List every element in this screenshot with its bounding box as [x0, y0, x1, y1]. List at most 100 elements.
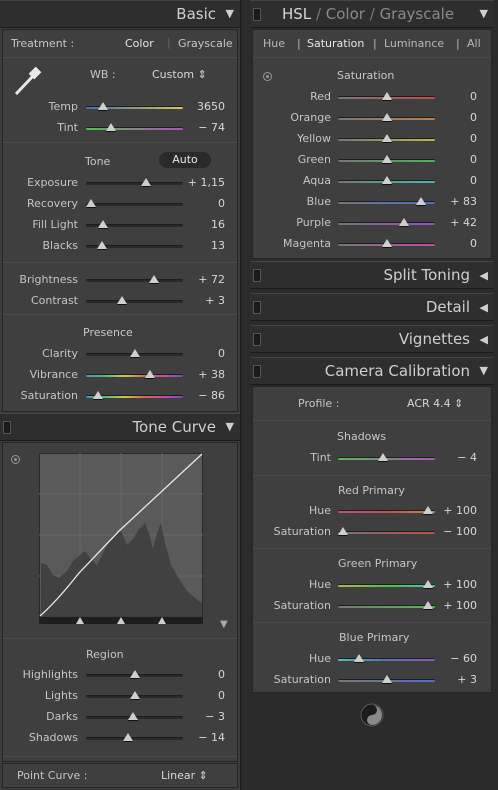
hsl-aqua-slider-thumb[interactable] — [381, 176, 392, 184]
wb-temp-slider-thumb[interactable] — [98, 102, 109, 110]
grayscale-title-tab[interactable]: Grayscale — [380, 5, 455, 23]
expand-triangle-icon[interactable]: ◀ — [480, 333, 488, 346]
camera-calibration-header[interactable]: Camera Calibration ▼ — [250, 357, 494, 385]
panel-toggle-icon[interactable] — [253, 269, 261, 282]
bc-brightness-slider-thumb[interactable] — [148, 275, 159, 283]
tab-saturation[interactable]: Saturation — [307, 37, 364, 50]
tab-all[interactable]: All — [467, 37, 481, 50]
tone-fill-light-slider-thumb[interactable] — [98, 220, 109, 228]
presence-clarity-value[interactable]: 0 — [183, 347, 225, 360]
cal-shadows-tint-value[interactable]: − 4 — [435, 451, 477, 464]
auto-tone-button[interactable]: Auto — [159, 152, 211, 168]
hsl-magenta-slider-thumb[interactable] — [381, 239, 392, 247]
point-curve-dropdown[interactable]: Linear ⇕ — [161, 769, 208, 782]
tone-curve-graph[interactable] — [39, 453, 203, 625]
split-toning-header[interactable]: Split Toning ◀ — [250, 261, 494, 289]
vignettes-header[interactable]: Vignettes ◀ — [250, 325, 494, 353]
tab-hue[interactable]: Hue — [263, 37, 285, 50]
bc-contrast-slider[interactable] — [86, 300, 183, 303]
hsl-header[interactable]: HSL / Color / Grayscale ▼ — [250, 0, 494, 28]
presence-clarity-slider-thumb[interactable] — [129, 349, 140, 357]
tone-blacks-value[interactable]: 13 — [183, 239, 225, 252]
panel-toggle-icon[interactable] — [253, 333, 261, 346]
tone-exposure-slider[interactable] — [86, 182, 183, 185]
presence-saturation-slider-thumb[interactable] — [92, 391, 103, 399]
cal-red-saturation-slider-thumb[interactable] — [337, 527, 348, 535]
expand-down-icon[interactable]: ▼ — [220, 619, 228, 630]
region-highlights-value[interactable]: 0 — [183, 668, 225, 681]
profile-dropdown[interactable]: ACR 4.4 ⇕ — [407, 397, 463, 410]
region-shadows-slider-thumb[interactable] — [122, 733, 133, 741]
panel-toggle-icon[interactable] — [253, 8, 261, 21]
hsl-red-value[interactable]: 0 — [435, 90, 477, 103]
panel-toggle-icon[interactable] — [3, 421, 11, 434]
hsl-green-value[interactable]: 0 — [435, 153, 477, 166]
expand-triangle-icon[interactable]: ◀ — [480, 269, 488, 282]
wb-tint-value[interactable]: − 74 — [183, 121, 225, 134]
collapse-triangle-icon[interactable]: ▼ — [480, 7, 488, 20]
treatment-color-button[interactable]: Color — [125, 37, 154, 50]
cal-red-saturation-value[interactable]: − 100 — [435, 525, 477, 538]
tone-curve-header[interactable]: Tone Curve ▼ — [0, 413, 240, 441]
cal-shadows-tint-slider-thumb[interactable] — [377, 453, 388, 461]
tone-exposure-slider-thumb[interactable] — [141, 178, 152, 186]
presence-vibrance-slider-thumb[interactable] — [145, 370, 156, 378]
hsl-green-slider-thumb[interactable] — [381, 155, 392, 163]
color-title-tab[interactable]: Color — [326, 5, 365, 23]
bc-brightness-slider[interactable] — [86, 279, 183, 282]
hsl-purple-slider-thumb[interactable] — [398, 218, 409, 226]
collapse-triangle-icon[interactable]: ▼ — [226, 7, 234, 20]
presence-vibrance-slider[interactable] — [86, 374, 183, 377]
hsl-orange-slider-thumb[interactable] — [381, 113, 392, 121]
tone-fill-light-value[interactable]: 16 — [183, 218, 225, 231]
cal-green-saturation-slider-thumb[interactable] — [423, 601, 434, 609]
region-shadows-slider[interactable] — [86, 737, 183, 740]
hsl-orange-value[interactable]: 0 — [435, 111, 477, 124]
region-lights-value[interactable]: 0 — [183, 689, 225, 702]
treatment-grayscale-button[interactable]: Grayscale — [178, 37, 233, 50]
bc-contrast-value[interactable]: + 3 — [183, 294, 225, 307]
hsl-blue-slider-thumb[interactable] — [416, 197, 427, 205]
tone-exposure-value[interactable]: + 1,15 — [183, 176, 225, 189]
region-darks-slider-thumb[interactable] — [127, 712, 138, 720]
wb-tint-slider-thumb[interactable] — [106, 123, 117, 131]
region-darks-value[interactable]: − 3 — [183, 710, 225, 723]
tone-blacks-slider-thumb[interactable] — [96, 241, 107, 249]
cal-green-hue-slider-thumb[interactable] — [423, 580, 434, 588]
hsl-yellow-value[interactable]: 0 — [435, 132, 477, 145]
basic-header[interactable]: Basic ▼ — [0, 0, 240, 28]
tab-luminance[interactable]: Luminance — [384, 37, 444, 50]
cal-green-hue-value[interactable]: + 100 — [435, 578, 477, 591]
hsl-magenta-value[interactable]: 0 — [435, 237, 477, 250]
hsl-title-tab[interactable]: HSL — [282, 5, 311, 23]
region-highlights-slider-thumb[interactable] — [129, 670, 140, 678]
targeted-adjustment-icon[interactable] — [11, 455, 20, 464]
cal-green-saturation-slider[interactable] — [338, 605, 435, 608]
region-lights-slider-thumb[interactable] — [129, 691, 140, 699]
cal-red-hue-slider[interactable] — [338, 510, 435, 513]
tone-recovery-slider[interactable] — [86, 203, 183, 206]
hsl-yellow-slider-thumb[interactable] — [381, 134, 392, 142]
tone-recovery-value[interactable]: 0 — [183, 197, 225, 210]
hsl-aqua-value[interactable]: 0 — [435, 174, 477, 187]
targeted-adjustment-icon[interactable] — [263, 72, 272, 81]
wb-tint-slider[interactable] — [86, 127, 183, 130]
presence-vibrance-value[interactable]: + 38 — [183, 368, 225, 381]
white-balance-eyedropper-icon[interactable] — [11, 64, 45, 98]
cal-blue-hue-slider-thumb[interactable] — [354, 654, 365, 662]
yin-yang-icon[interactable] — [360, 703, 384, 727]
bc-brightness-value[interactable]: + 72 — [183, 273, 225, 286]
collapse-triangle-icon[interactable]: ▼ — [480, 364, 488, 377]
panel-toggle-icon[interactable] — [253, 301, 261, 314]
cal-blue-saturation-value[interactable]: + 3 — [435, 673, 477, 686]
cal-green-saturation-value[interactable]: + 100 — [435, 599, 477, 612]
detail-header[interactable]: Detail ◀ — [250, 293, 494, 321]
wb-temp-value[interactable]: 3650 — [183, 100, 225, 113]
cal-red-hue-slider-thumb[interactable] — [423, 506, 434, 514]
cal-green-hue-slider[interactable] — [338, 584, 435, 587]
expand-triangle-icon[interactable]: ◀ — [480, 301, 488, 314]
cal-blue-hue-value[interactable]: − 60 — [435, 652, 477, 665]
hsl-blue-value[interactable]: + 83 — [435, 195, 477, 208]
region-shadows-value[interactable]: − 14 — [183, 731, 225, 744]
cal-red-hue-value[interactable]: + 100 — [435, 504, 477, 517]
